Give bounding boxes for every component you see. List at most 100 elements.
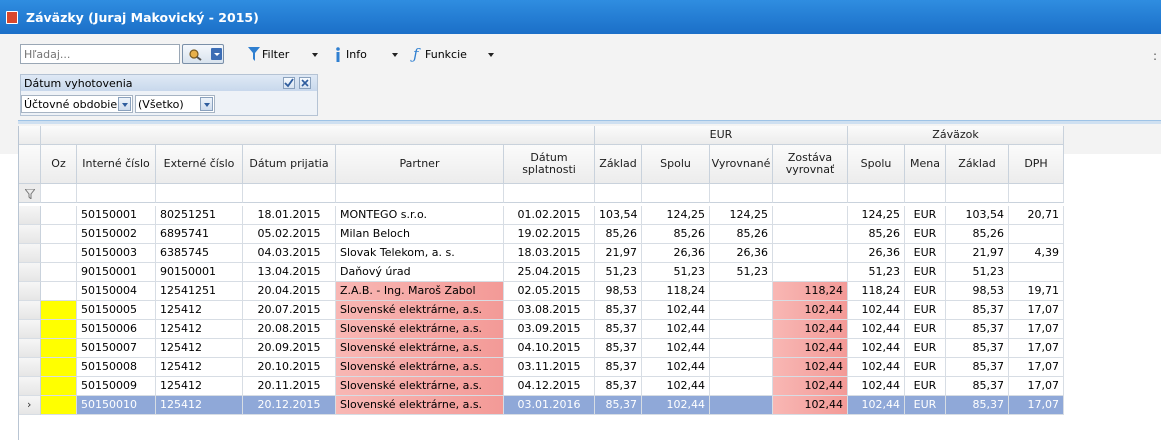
cell-vyrovnane[interactable]: [710, 301, 773, 320]
filter-cell-zostava-vyrovnat[interactable]: [773, 184, 848, 203]
cell-interne-cislo[interactable]: 50150010: [77, 396, 156, 415]
info-caret-icon[interactable]: [392, 53, 398, 57]
cell-zostava-vyrovnat[interactable]: 102,44: [773, 320, 848, 339]
cell-partner[interactable]: Slovenské elektrárne, a.s.: [336, 339, 504, 358]
panel-splitter[interactable]: [18, 120, 1161, 124]
cell-oz[interactable]: [41, 301, 77, 320]
column-header-zostava-vyrovnat[interactable]: Zostáva vyrovnať: [773, 145, 848, 184]
column-header-eur-spolu[interactable]: Spolu: [642, 145, 710, 184]
cell-interne-cislo[interactable]: 90150001: [77, 263, 156, 282]
cell-mena[interactable]: EUR: [905, 358, 946, 377]
cell-eur-zaklad[interactable]: 85,37: [595, 396, 642, 415]
row-selector[interactable]: ›: [19, 396, 41, 415]
cell-datum-prijatia[interactable]: 20.12.2015: [243, 396, 336, 415]
filter-cell-datum-splatnosti[interactable]: [504, 184, 595, 203]
cell-eur-zaklad[interactable]: 85,37: [595, 339, 642, 358]
search-input[interactable]: [21, 45, 179, 63]
cell-zostava-vyrovnat[interactable]: [773, 225, 848, 244]
cell-zavazok-spolu[interactable]: 102,44: [848, 377, 905, 396]
cell-eur-zaklad[interactable]: 98,53: [595, 282, 642, 301]
cell-eur-spolu[interactable]: 124,25: [642, 206, 710, 225]
cell-interne-cislo[interactable]: 50150001: [77, 206, 156, 225]
row-selector[interactable]: [19, 225, 41, 244]
cell-zavazok-zaklad[interactable]: 103,54: [946, 206, 1009, 225]
cell-vyrovnane[interactable]: [710, 282, 773, 301]
cell-partner[interactable]: Slovenské elektrárne, a.s.: [336, 320, 504, 339]
cell-interne-cislo[interactable]: 50150009: [77, 377, 156, 396]
overflow-menu-icon[interactable]: :: [1153, 49, 1157, 63]
cell-interne-cislo[interactable]: 50150008: [77, 358, 156, 377]
cell-eur-spolu[interactable]: 102,44: [642, 358, 710, 377]
cell-mena[interactable]: EUR: [905, 244, 946, 263]
cell-mena[interactable]: EUR: [905, 263, 946, 282]
cell-externe-cislo[interactable]: 125412: [156, 320, 243, 339]
cell-dph[interactable]: 20,71: [1009, 206, 1064, 225]
cell-zostava-vyrovnat[interactable]: 102,44: [773, 358, 848, 377]
cell-zavazok-zaklad[interactable]: 85,37: [946, 358, 1009, 377]
cell-oz[interactable]: [41, 358, 77, 377]
cell-datum-prijatia[interactable]: 20.10.2015: [243, 358, 336, 377]
cell-mena[interactable]: EUR: [905, 320, 946, 339]
cell-datum-splatnosti[interactable]: 03.09.2015: [504, 320, 595, 339]
cell-vyrovnane[interactable]: [710, 396, 773, 415]
cell-datum-splatnosti[interactable]: 03.01.2016: [504, 396, 595, 415]
cell-eur-spolu[interactable]: 118,24: [642, 282, 710, 301]
cell-zavazok-zaklad[interactable]: 21,97: [946, 244, 1009, 263]
cell-eur-zaklad[interactable]: 85,37: [595, 377, 642, 396]
cell-eur-spolu[interactable]: 102,44: [642, 396, 710, 415]
cell-interne-cislo[interactable]: 50150005: [77, 301, 156, 320]
cell-mena[interactable]: EUR: [905, 396, 946, 415]
cell-zavazok-zaklad[interactable]: 85,26: [946, 225, 1009, 244]
cell-eur-zaklad[interactable]: 85,37: [595, 320, 642, 339]
cell-oz[interactable]: [41, 396, 77, 415]
cell-dph[interactable]: 17,07: [1009, 339, 1064, 358]
cell-dph[interactable]: 17,07: [1009, 320, 1064, 339]
cell-externe-cislo[interactable]: 6895741: [156, 225, 243, 244]
cell-datum-prijatia[interactable]: 20.07.2015: [243, 301, 336, 320]
cell-datum-prijatia[interactable]: 18.01.2015: [243, 206, 336, 225]
cell-dph[interactable]: 4,39: [1009, 244, 1064, 263]
cell-eur-spolu[interactable]: 102,44: [642, 377, 710, 396]
cell-zavazok-zaklad[interactable]: 51,23: [946, 263, 1009, 282]
info-menu[interactable]: Info: [334, 47, 384, 63]
cell-eur-zaklad[interactable]: 51,23: [595, 263, 642, 282]
cell-datum-prijatia[interactable]: 20.11.2015: [243, 377, 336, 396]
cell-eur-zaklad[interactable]: 85,37: [595, 358, 642, 377]
row-selector[interactable]: [19, 377, 41, 396]
period-value-select[interactable]: (Všetko): [135, 95, 215, 113]
cell-vyrovnane[interactable]: 26,36: [710, 244, 773, 263]
period-select[interactable]: Účtovné obdobie: [21, 95, 133, 113]
cell-datum-splatnosti[interactable]: 01.02.2015: [504, 206, 595, 225]
cell-dph[interactable]: 17,07: [1009, 358, 1064, 377]
cell-zostava-vyrovnat[interactable]: 102,44: [773, 301, 848, 320]
cell-dph[interactable]: 17,07: [1009, 301, 1064, 320]
cell-externe-cislo[interactable]: 6385745: [156, 244, 243, 263]
cell-dph[interactable]: 17,07: [1009, 377, 1064, 396]
column-header-oz[interactable]: Oz: [41, 145, 77, 184]
row-selector[interactable]: [19, 282, 41, 301]
cell-externe-cislo[interactable]: 80251251: [156, 206, 243, 225]
apply-filter-button[interactable]: [283, 77, 295, 89]
cell-vyrovnane[interactable]: [710, 320, 773, 339]
cell-eur-zaklad[interactable]: 85,37: [595, 301, 642, 320]
cell-externe-cislo[interactable]: 125412: [156, 339, 243, 358]
cell-datum-splatnosti[interactable]: 02.05.2015: [504, 282, 595, 301]
cell-externe-cislo[interactable]: 90150001: [156, 263, 243, 282]
filter-cell-oz[interactable]: [41, 184, 77, 203]
cell-eur-spolu[interactable]: 85,26: [642, 225, 710, 244]
cell-partner[interactable]: MONTEGO s.r.o.: [336, 206, 504, 225]
cell-eur-zaklad[interactable]: 103,54: [595, 206, 642, 225]
cell-partner[interactable]: Daňový úrad: [336, 263, 504, 282]
cell-partner[interactable]: Milan Beloch: [336, 225, 504, 244]
cell-zavazok-spolu[interactable]: 102,44: [848, 358, 905, 377]
cell-zavazok-spolu[interactable]: 51,23: [848, 263, 905, 282]
column-header-eur-zaklad[interactable]: Základ: [595, 145, 642, 184]
cell-datum-prijatia[interactable]: 20.09.2015: [243, 339, 336, 358]
cell-zavazok-zaklad[interactable]: 85,37: [946, 396, 1009, 415]
row-selector[interactable]: [19, 206, 41, 225]
cell-eur-spolu[interactable]: 51,23: [642, 263, 710, 282]
filter-cell-mena[interactable]: [905, 184, 946, 203]
cell-dph[interactable]: [1009, 225, 1064, 244]
search-box[interactable]: [20, 44, 180, 64]
row-selector[interactable]: [19, 358, 41, 377]
